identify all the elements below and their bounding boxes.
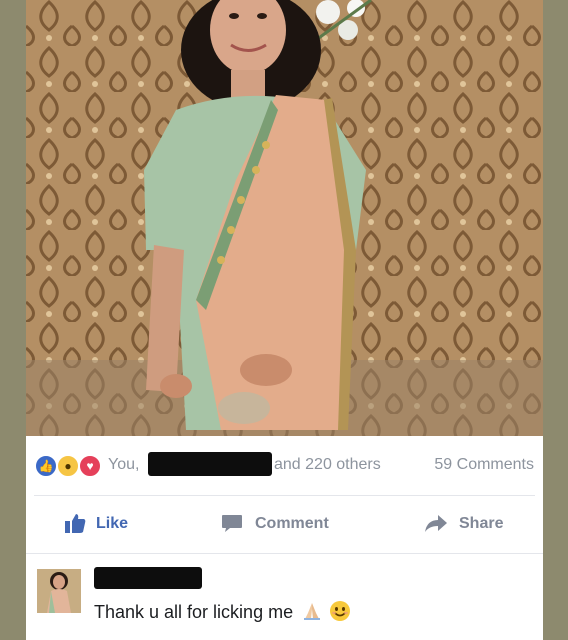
like-icon: 👍 xyxy=(34,454,58,478)
love-icon: ♥ xyxy=(78,454,102,478)
avatar-image xyxy=(37,569,81,613)
comment-item: Thank u all for licking me xyxy=(26,553,543,640)
comment-body: Thank u all for licking me xyxy=(94,602,294,622)
comment-text: Thank u all for licking me xyxy=(94,600,351,623)
avatar[interactable] xyxy=(37,569,81,613)
action-bar: Like Comment Share xyxy=(26,498,543,550)
comment-label: Comment xyxy=(255,515,329,532)
share-label: Share xyxy=(459,515,504,532)
reactions-bar[interactable]: 👍 ● ♥ You, and 220 others 59 Comments xyxy=(26,436,543,494)
facebook-post-card: 👍 ● ♥ You, and 220 others 59 Comments Li… xyxy=(26,0,543,640)
thumbs-up-icon xyxy=(65,514,86,533)
comment-section: Thank u all for licking me xyxy=(26,553,543,640)
redacted-commenter-name xyxy=(94,567,202,589)
divider xyxy=(34,495,535,496)
post-photo-illustration xyxy=(26,0,543,436)
folded-hands-icon xyxy=(304,603,321,620)
like-label: Like xyxy=(96,515,129,532)
redacted-name-bar xyxy=(148,452,272,476)
like-button[interactable]: Like xyxy=(64,512,164,536)
reaction-others-label[interactable]: and 220 others xyxy=(274,456,381,474)
comments-count[interactable]: 59 Comments xyxy=(434,456,534,474)
reaction-you-label[interactable]: You, xyxy=(108,456,139,474)
comment-bubble-icon xyxy=(222,515,242,532)
smiling-face-icon xyxy=(330,601,351,621)
wow-icon: ● xyxy=(56,454,80,478)
post-photo[interactable] xyxy=(26,0,543,436)
comment-button[interactable]: Comment xyxy=(221,512,351,536)
share-arrow-icon xyxy=(425,515,447,532)
share-button[interactable]: Share xyxy=(424,512,524,536)
